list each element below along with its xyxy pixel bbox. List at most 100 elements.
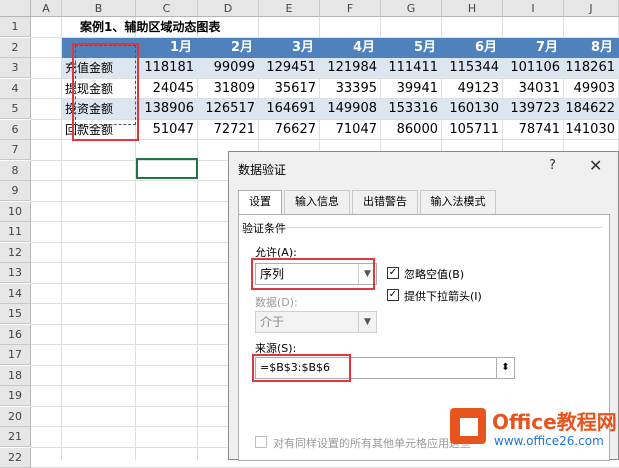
select-all-corner[interactable] bbox=[0, 0, 31, 17]
column-header[interactable]: I bbox=[503, 0, 564, 17]
value-cell[interactable]: 49123 bbox=[442, 79, 503, 99]
data-select[interactable]: 介于 ▼ bbox=[255, 311, 377, 333]
value-cell[interactable]: 86000 bbox=[381, 120, 442, 140]
row-header[interactable]: 11 bbox=[0, 222, 31, 242]
value-cell[interactable]: 39941 bbox=[381, 79, 442, 99]
column-header[interactable]: J bbox=[564, 0, 619, 17]
row-header[interactable]: 4 bbox=[0, 78, 31, 99]
column-header[interactable]: B bbox=[62, 0, 136, 17]
column-header[interactable]: C bbox=[136, 0, 198, 17]
month-header: 8月 bbox=[564, 37, 619, 58]
value-cell[interactable]: 78741 bbox=[503, 120, 564, 140]
watermark-url: www.office26.com bbox=[494, 434, 604, 448]
dialog-title: 数据验证 bbox=[238, 163, 287, 177]
row-header[interactable]: 19 bbox=[0, 386, 31, 406]
highlight-box-source bbox=[252, 354, 351, 382]
value-cell[interactable]: 164691 bbox=[259, 99, 320, 119]
value-cell[interactable]: 141030 bbox=[564, 120, 619, 140]
tab-settings[interactable]: 设置 bbox=[238, 190, 282, 215]
row-header[interactable]: 6 bbox=[0, 119, 31, 140]
row-header[interactable]: 13 bbox=[0, 263, 31, 283]
ignore-blank-checkbox[interactable]: ✓ bbox=[387, 267, 399, 279]
column-header[interactable]: G bbox=[381, 0, 442, 17]
office-logo-icon bbox=[450, 408, 486, 444]
table-title: 案例1、辅助区域动态图表 bbox=[80, 20, 221, 34]
dropdown-arrow-checkbox[interactable]: ✓ bbox=[387, 289, 399, 301]
ignore-blank-label: 忽略空值(B) bbox=[404, 268, 465, 281]
month-header: 3月 bbox=[259, 37, 320, 58]
row-header[interactable]: 15 bbox=[0, 304, 31, 324]
row-header[interactable]: 1 bbox=[0, 17, 31, 37]
value-cell[interactable]: 149908 bbox=[320, 99, 381, 119]
column-header[interactable]: F bbox=[320, 0, 381, 17]
row-header[interactable]: 22 bbox=[0, 447, 31, 468]
data-label: 数据(D): bbox=[255, 296, 298, 309]
value-cell[interactable]: 126517 bbox=[198, 99, 259, 119]
column-header[interactable]: D bbox=[198, 0, 259, 17]
close-icon[interactable]: ✕ bbox=[589, 156, 602, 175]
row-header[interactable]: 17 bbox=[0, 345, 31, 365]
highlight-box-labels bbox=[72, 43, 139, 141]
value-cell[interactable]: 24045 bbox=[136, 79, 198, 99]
value-cell[interactable]: 118181 bbox=[136, 58, 198, 78]
row-header[interactable]: 12 bbox=[0, 242, 31, 263]
value-cell[interactable]: 31809 bbox=[198, 79, 259, 99]
value-cell[interactable]: 111411 bbox=[381, 58, 442, 78]
month-header: 7月 bbox=[503, 37, 564, 58]
dropdown-arrow-label: 提供下拉箭头(I) bbox=[404, 290, 482, 303]
month-header: 4月 bbox=[320, 37, 381, 58]
value-cell[interactable]: 49903 bbox=[564, 79, 619, 99]
value-cell[interactable]: 138906 bbox=[136, 99, 198, 119]
row-header[interactable]: 2 bbox=[0, 37, 31, 58]
value-cell[interactable]: 105711 bbox=[442, 120, 503, 140]
row-header[interactable]: 18 bbox=[0, 365, 31, 386]
value-cell[interactable]: 184622 bbox=[564, 99, 619, 119]
value-cell[interactable]: 34031 bbox=[503, 79, 564, 99]
value-cell[interactable]: 51047 bbox=[136, 120, 198, 140]
section-divider bbox=[277, 227, 602, 228]
tab-error-alert[interactable]: 出错警告 bbox=[352, 190, 418, 214]
row-header[interactable]: 3 bbox=[0, 58, 31, 78]
tab-ime-mode[interactable]: 输入法模式 bbox=[420, 190, 496, 214]
tab-input-message[interactable]: 输入信息 bbox=[284, 190, 350, 214]
month-header: 2月 bbox=[198, 37, 259, 58]
data-value: 介于 bbox=[260, 315, 285, 329]
row-header[interactable]: 16 bbox=[0, 324, 31, 345]
value-cell[interactable]: 101106 bbox=[503, 58, 564, 78]
column-header[interactable]: H bbox=[442, 0, 503, 17]
value-cell[interactable]: 35617 bbox=[259, 79, 320, 99]
row-header[interactable]: 10 bbox=[0, 201, 31, 222]
chevron-down-icon[interactable]: ▼ bbox=[358, 312, 376, 332]
value-cell[interactable]: 139723 bbox=[503, 99, 564, 119]
row-header[interactable]: 9 bbox=[0, 181, 31, 201]
row-header[interactable]: 20 bbox=[0, 406, 31, 427]
month-header: 5月 bbox=[381, 37, 442, 58]
value-cell[interactable]: 72721 bbox=[198, 120, 259, 140]
column-header[interactable]: A bbox=[31, 0, 62, 17]
value-cell[interactable]: 76627 bbox=[259, 120, 320, 140]
value-cell[interactable]: 71047 bbox=[320, 120, 381, 140]
month-header: 6月 bbox=[442, 37, 503, 58]
row-header[interactable]: 14 bbox=[0, 283, 31, 304]
value-cell[interactable]: 115344 bbox=[442, 58, 503, 78]
value-cell[interactable]: 153316 bbox=[381, 99, 442, 119]
range-picker-icon[interactable]: ⬍ bbox=[497, 357, 515, 379]
apply-all-label: 对有同样设置的所有其他单元格应用这些 bbox=[273, 437, 471, 450]
watermark-brand: Office教程网 bbox=[492, 410, 617, 434]
value-cell[interactable]: 121984 bbox=[320, 58, 381, 78]
value-cell[interactable]: 118261 bbox=[564, 58, 619, 78]
row-header[interactable]: 5 bbox=[0, 99, 31, 119]
highlight-box-allow bbox=[251, 258, 375, 290]
value-cell[interactable]: 129451 bbox=[259, 58, 320, 78]
value-cell[interactable]: 99099 bbox=[198, 58, 259, 78]
help-icon[interactable]: ? bbox=[549, 158, 556, 173]
value-cell[interactable]: 160130 bbox=[442, 99, 503, 119]
row-header[interactable]: 8 bbox=[0, 160, 31, 181]
active-cell-c8[interactable] bbox=[136, 158, 198, 179]
column-header[interactable]: E bbox=[259, 0, 320, 17]
apply-all-checkbox[interactable] bbox=[255, 436, 267, 448]
value-cell[interactable]: 33395 bbox=[320, 79, 381, 99]
month-header: 1月 bbox=[136, 37, 198, 58]
row-header[interactable]: 21 bbox=[0, 427, 31, 447]
row-header[interactable]: 7 bbox=[0, 140, 31, 160]
